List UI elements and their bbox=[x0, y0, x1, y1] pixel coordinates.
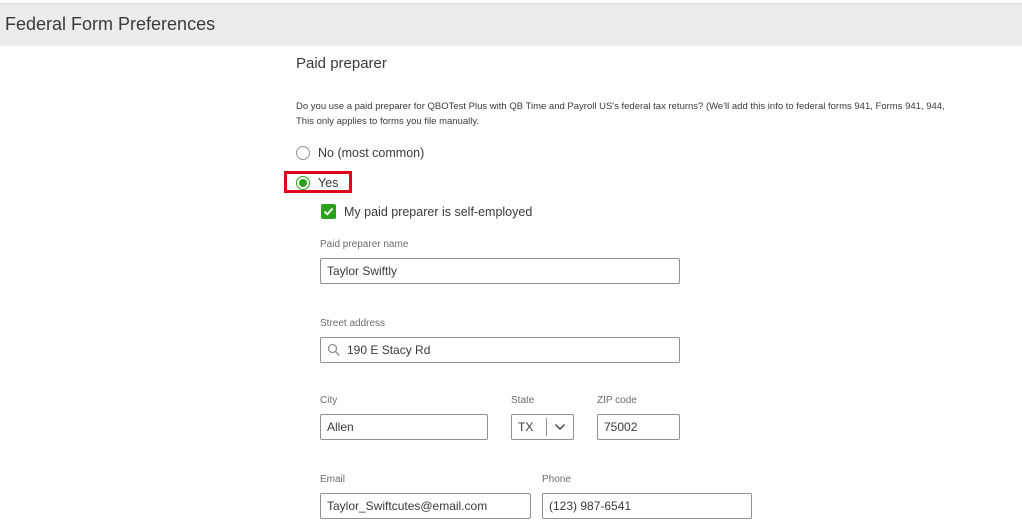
city-label: City bbox=[320, 395, 338, 406]
email-value: Taylor_Swiftcutes@email.com bbox=[327, 499, 488, 513]
city-input[interactable]: Allen bbox=[320, 414, 488, 440]
street-address-input[interactable]: 190 E Stacy Rd bbox=[320, 337, 680, 363]
select-divider bbox=[546, 418, 547, 436]
phone-value: (123) 987-6541 bbox=[549, 499, 632, 513]
zip-input[interactable]: 75002 bbox=[597, 414, 680, 440]
state-label: State bbox=[511, 395, 535, 406]
radio-no-label: No (most common) bbox=[318, 146, 425, 160]
section-title: Paid preparer bbox=[296, 55, 387, 72]
phone-label: Phone bbox=[542, 474, 571, 485]
preparer-name-value: Taylor Swiftly bbox=[327, 264, 398, 278]
email-input[interactable]: Taylor_Swiftcutes@email.com bbox=[320, 493, 531, 519]
search-icon bbox=[327, 343, 340, 356]
checkmark-icon bbox=[323, 207, 334, 216]
self-employed-checkbox-row[interactable]: My paid preparer is self-employed bbox=[321, 204, 532, 219]
zip-value: 75002 bbox=[604, 420, 638, 434]
self-employed-label: My paid preparer is self-employed bbox=[344, 204, 533, 219]
preparer-name-label: Paid preparer name bbox=[320, 239, 409, 250]
phone-input[interactable]: (123) 987-6541 bbox=[542, 493, 752, 519]
radio-option-no[interactable]: No (most common) bbox=[296, 143, 424, 163]
preparer-name-input[interactable]: Taylor Swiftly bbox=[320, 258, 680, 284]
radio-no-button[interactable] bbox=[296, 146, 310, 160]
street-address-value: 190 E Stacy Rd bbox=[347, 343, 431, 357]
page-header: Federal Form Preferences bbox=[0, 3, 1022, 46]
street-address-label: Street address bbox=[320, 318, 386, 329]
description-line-1: Do you use a paid preparer for QBOTest P… bbox=[296, 101, 945, 112]
description-line-2: This only applies to forms you file manu… bbox=[296, 116, 480, 127]
chevron-down-icon[interactable] bbox=[554, 422, 566, 432]
self-employed-checkbox[interactable] bbox=[321, 204, 336, 219]
state-value: TX bbox=[518, 420, 534, 434]
state-select[interactable]: TX bbox=[511, 414, 574, 440]
email-label: Email bbox=[320, 474, 346, 485]
city-value: Allen bbox=[327, 420, 354, 434]
zip-label: ZIP code bbox=[597, 395, 637, 406]
page-title: Federal Form Preferences bbox=[5, 14, 216, 34]
highlight-box bbox=[284, 171, 352, 193]
section-description: Do you use a paid preparer for QBOTest P… bbox=[296, 99, 1018, 129]
